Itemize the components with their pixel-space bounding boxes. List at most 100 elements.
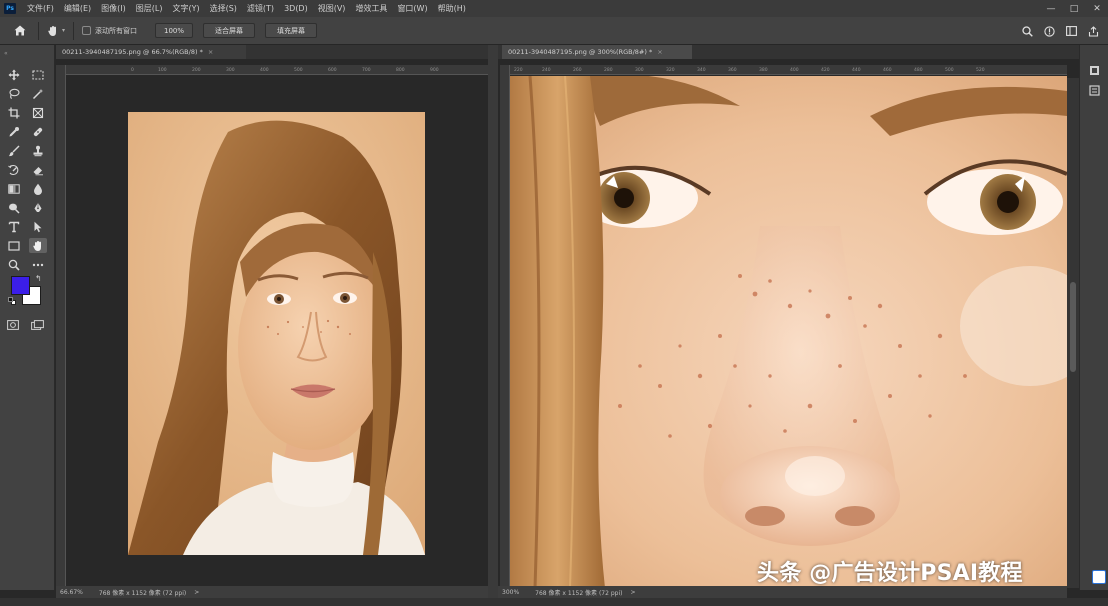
ruler-tick: 220 [514, 68, 523, 73]
ruler-tick: 460 [883, 68, 892, 73]
left-canvas-image[interactable] [128, 112, 425, 555]
right-status-arrow[interactable]: > [626, 589, 639, 596]
hand-tool-icon[interactable] [29, 238, 47, 253]
ruler-tick: 200 [192, 68, 201, 73]
share-button[interactable] [1082, 20, 1104, 42]
left-document-tab[interactable]: 00211-3940487195.png @ 66.7%(RGB/8) * × [56, 45, 246, 59]
ruler-tick: 340 [697, 68, 706, 73]
zoom-100-button[interactable]: 100% [155, 23, 194, 38]
right-document-info: 768 像素 x 1152 像素 (72 ppi) [535, 589, 623, 597]
menu-view[interactable]: 视图(V) [313, 3, 351, 14]
menu-type[interactable]: 文字(Y) [167, 3, 204, 14]
rectangle-tool-icon[interactable] [5, 238, 23, 253]
magic-wand-tool-icon[interactable] [29, 86, 47, 101]
crop-tool-icon[interactable] [5, 105, 23, 120]
right-vertical-scrollbar[interactable] [1067, 78, 1079, 588]
lasso-tool-icon[interactable] [5, 86, 23, 101]
right-panel-dock [1079, 45, 1108, 590]
history-brush-tool-icon[interactable] [5, 162, 23, 177]
menu-image[interactable]: 图像(I) [96, 3, 131, 14]
frame-tool-icon[interactable] [29, 105, 47, 120]
maximize-button[interactable]: □ [1063, 0, 1085, 17]
marquee-tool-icon[interactable] [29, 67, 47, 82]
ruler-tick: 380 [759, 68, 768, 73]
minimize-button[interactable]: — [1040, 0, 1062, 17]
ruler-tick: 100 [158, 68, 167, 73]
move-tool-icon[interactable] [5, 67, 23, 82]
path-selection-tool-icon[interactable] [29, 219, 47, 234]
lightbulb-icon [1043, 25, 1055, 37]
left-tab-close-icon[interactable]: × [208, 48, 213, 56]
dodge-tool-icon[interactable] [5, 200, 23, 215]
eraser-tool-icon[interactable] [29, 162, 47, 177]
home-icon [14, 25, 26, 36]
quick-mask-icon[interactable] [7, 315, 19, 334]
share-icon [1088, 25, 1098, 37]
closeup-photo [510, 76, 1067, 588]
scrollbar-thumb[interactable] [1070, 282, 1076, 372]
swap-colors-icon[interactable]: ↰ [35, 274, 42, 283]
clone-stamp-tool-icon[interactable] [29, 143, 47, 158]
portrait-photo [128, 112, 425, 555]
ruler-tick: 700 [362, 68, 371, 73]
libraries-button[interactable] [1088, 65, 1100, 76]
ruler-tick: 400 [260, 68, 269, 73]
screen-mode-icon[interactable] [31, 315, 44, 334]
default-colors-icon[interactable] [8, 297, 16, 305]
left-zoom-level[interactable]: 66.67% [56, 589, 87, 596]
eyedropper-tool-icon[interactable] [5, 124, 23, 139]
more-tools-icon[interactable] [29, 257, 47, 272]
menu-edit[interactable]: 编辑(E) [59, 3, 96, 14]
watermark-badge-icon [1092, 570, 1106, 584]
healing-brush-tool-icon[interactable] [29, 124, 47, 139]
right-tab-close-icon[interactable]: × [657, 48, 662, 56]
home-button[interactable] [10, 21, 30, 41]
blur-tool-icon[interactable] [29, 181, 47, 196]
ruler-tick: 300 [635, 68, 644, 73]
right-canvas-image[interactable] [510, 76, 1067, 588]
ruler-tick: 600 [328, 68, 337, 73]
gradient-tool-icon[interactable] [5, 181, 23, 196]
menu-select[interactable]: 选择(S) [205, 3, 242, 14]
right-document-tab[interactable]: 00211-3940487195.png @ 300%(RGB/8#) * × [502, 45, 692, 59]
options-divider [73, 21, 75, 40]
left-status-arrow[interactable]: > [190, 589, 203, 596]
menu-layer[interactable]: 图层(L) [131, 3, 168, 14]
ruler-tick: 0 [131, 68, 134, 73]
left-document-info: 768 像素 x 1152 像素 (72 ppi) [98, 589, 187, 597]
brush-tool-icon[interactable] [5, 143, 23, 158]
foreground-color-swatch[interactable] [11, 276, 30, 295]
type-tool-icon[interactable] [5, 219, 23, 234]
search-button[interactable] [1016, 20, 1038, 42]
ruler-tick: 360 [728, 68, 737, 73]
checkbox-box[interactable] [82, 26, 92, 35]
ruler-tick: 300 [226, 68, 235, 73]
zoom-tool-icon[interactable] [5, 257, 23, 272]
fill-screen-button[interactable]: 填充屏幕 [265, 23, 318, 38]
workspace-button[interactable] [1060, 20, 1082, 42]
menu-window[interactable]: 窗口(W) [392, 3, 432, 14]
ruler-tick: 500 [294, 68, 303, 73]
ruler-tick: 800 [396, 68, 405, 73]
close-window-button[interactable]: ✕ [1086, 0, 1108, 17]
properties-button[interactable] [1088, 85, 1100, 96]
menu-file[interactable]: 文件(F) [22, 3, 59, 14]
scroll-all-windows-checkbox[interactable]: 滚动所有窗口 [82, 26, 137, 36]
panel-collapse-icon[interactable]: « [4, 50, 8, 57]
menu-help[interactable]: 帮助(H) [433, 3, 471, 14]
hand-tool-preset[interactable]: ▾ [47, 25, 65, 37]
libraries-icon [1089, 66, 1099, 75]
menu-filter[interactable]: 滤镜(T) [242, 3, 279, 14]
learn-button[interactable] [1038, 20, 1060, 42]
menu-plugins[interactable]: 增效工具 [350, 3, 392, 14]
pen-tool-icon[interactable] [29, 200, 47, 215]
bottom-strip [0, 598, 1108, 606]
menu-bar: Ps 文件(F) 编辑(E) 图像(I) 图层(L) 文字(Y) 选择(S) 滤… [0, 0, 1108, 17]
ruler-tick: 240 [542, 68, 551, 73]
right-vertical-ruler [500, 65, 510, 586]
right-zoom-level[interactable]: 300% [498, 589, 523, 596]
left-document-panel: 00211-3940487195.png @ 66.7%(RGB/8) * × … [56, 45, 488, 598]
menu-3d[interactable]: 3D(D) [279, 4, 313, 13]
fit-screen-button[interactable]: 适合屏幕 [203, 23, 256, 38]
document-split-divider[interactable] [488, 45, 498, 598]
